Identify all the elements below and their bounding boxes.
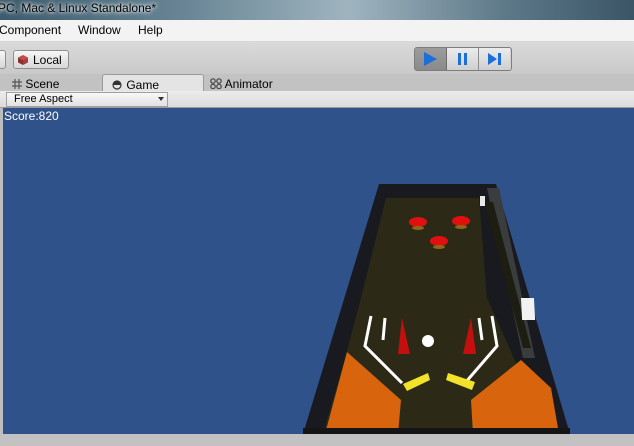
play-icon bbox=[424, 52, 437, 66]
tab-game-label: Game bbox=[126, 78, 160, 92]
bottom-status-strip bbox=[0, 434, 634, 446]
menu-bar: Component Window Help bbox=[0, 20, 634, 42]
play-button[interactable] bbox=[415, 48, 447, 70]
local-label: Local bbox=[33, 53, 62, 67]
aspect-label: Free Aspect bbox=[14, 93, 73, 105]
scene-icon bbox=[12, 79, 22, 89]
toolbar-partial-button[interactable] bbox=[0, 50, 6, 69]
step-button[interactable] bbox=[479, 48, 510, 70]
pause-button[interactable] bbox=[447, 48, 479, 70]
game-viewport[interactable]: Score:820 bbox=[3, 108, 634, 434]
pinball-table bbox=[303, 184, 570, 434]
left-inner-rail bbox=[381, 317, 387, 341]
top-right-post bbox=[480, 196, 485, 206]
playback-controls bbox=[414, 47, 512, 71]
cube-icon bbox=[18, 54, 28, 65]
game-icon bbox=[112, 80, 122, 90]
pivot-rotation-local-button[interactable]: Local bbox=[13, 50, 69, 69]
plunger bbox=[520, 298, 536, 320]
aspect-dropdown[interactable]: Free Aspect bbox=[6, 92, 168, 107]
chevron-down-icon bbox=[158, 97, 164, 101]
menu-window[interactable]: Window bbox=[78, 23, 121, 37]
tab-game[interactable]: Game bbox=[102, 74, 204, 92]
view-tabs: Scene Game Animator bbox=[0, 74, 634, 92]
animator-icon bbox=[210, 78, 222, 90]
pause-icon bbox=[458, 53, 467, 65]
main-toolbar: Local bbox=[0, 42, 634, 74]
ball bbox=[422, 335, 434, 347]
tab-scene-label: Scene bbox=[25, 77, 60, 91]
tab-scene[interactable]: Scene bbox=[10, 74, 90, 91]
menu-component[interactable]: Component bbox=[0, 23, 61, 37]
menu-help[interactable]: Help bbox=[138, 23, 163, 37]
window-title-bar: PC, Mac & Linux Standalone* bbox=[0, 0, 634, 20]
step-icon bbox=[488, 53, 501, 65]
game-view-toolbar: Free Aspect bbox=[0, 91, 634, 108]
tab-animator-label: Animator bbox=[224, 77, 273, 91]
window-title: PC, Mac & Linux Standalone* bbox=[0, 1, 157, 15]
tab-animator[interactable]: Animator bbox=[210, 74, 300, 91]
